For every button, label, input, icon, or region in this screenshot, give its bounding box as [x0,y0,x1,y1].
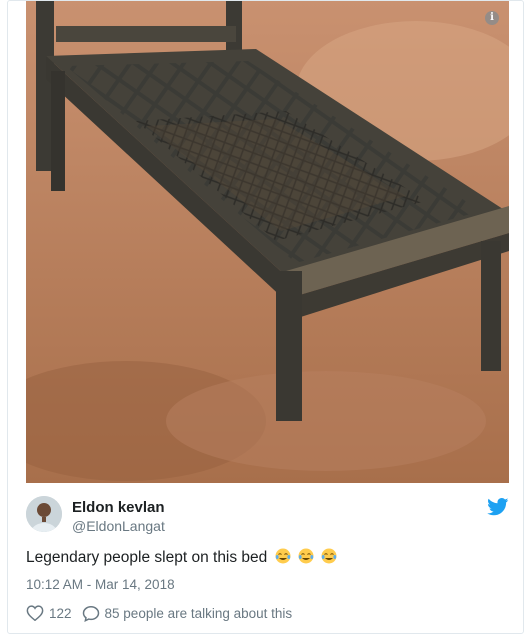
tweet-header: Eldon kevlan @EldonLangat [26,496,509,536]
tweet-media-photo[interactable]: i [26,1,509,483]
like-count: 122 [49,605,72,621]
tears-of-joy-emoji [321,548,337,564]
bed-photo-illustration [26,1,509,483]
reply-action[interactable]: 85 people are talking about this [82,605,293,622]
author-handle[interactable]: @EldonLangat [72,518,165,534]
tweet-body: Legendary people slept on this bed [26,548,337,567]
tweet-text: Legendary people slept on this bed [26,549,268,566]
tweet-timestamp[interactable]: 10:12 AM - Mar 14, 2018 [26,577,175,592]
avatar-image [26,496,62,532]
tweet-actions: 122 85 people are talking about this [26,604,302,622]
info-icon[interactable]: i [485,11,499,25]
avatar[interactable] [26,496,62,532]
reply-conversation-text: 85 people are talking about this [104,605,293,621]
tears-of-joy-emoji [298,548,314,564]
tweet-card: i Eldon kevlan @EldonLangat Legendary pe… [7,0,524,634]
tears-of-joy-emoji [275,548,291,564]
heart-icon [26,605,44,621]
speech-bubble-icon [82,605,99,622]
like-action[interactable]: 122 [26,605,72,621]
author-name[interactable]: Eldon kevlan [72,499,165,516]
twitter-bird-icon[interactable] [487,498,509,516]
